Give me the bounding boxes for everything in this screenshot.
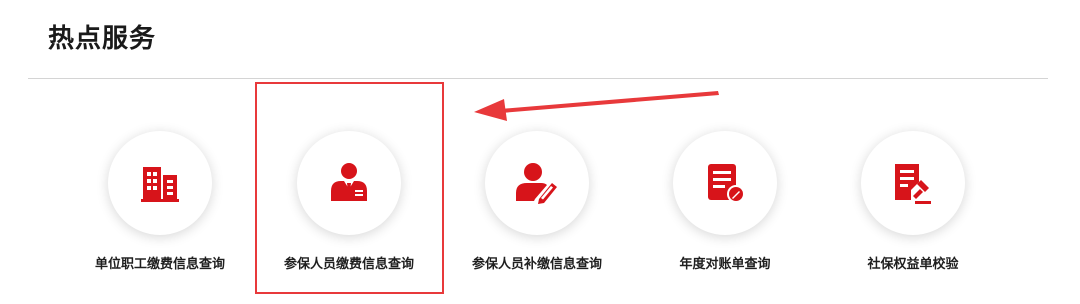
document-edit-icon (708, 164, 745, 203)
service-label: 社保权益单校验 (867, 257, 959, 272)
service-employer-contribution-query[interactable]: 单位职工缴费信息查询 (65, 126, 255, 286)
service-label: 年度对账单查询 (679, 257, 771, 272)
service-insured-back-payment-query[interactable]: 参保人员补缴信息查询 (442, 126, 632, 286)
service-social-security-rights-verification[interactable]: 社保权益单校验 (818, 126, 1008, 286)
service-insured-contribution-query[interactable]: 参保人员缴费信息查询 (254, 126, 444, 286)
person-edit-icon (516, 163, 557, 204)
service-annual-statement-query[interactable]: 年度对账单查询 (630, 126, 820, 286)
buildings-icon (141, 167, 179, 202)
document-stamp-icon (895, 164, 931, 204)
service-label: 参保人员补缴信息查询 (471, 257, 602, 272)
person-id-icon (331, 163, 367, 201)
hot-services-list: 单位职工缴费信息查询 参保人员缴费信息查询 参保人员补缴信息查询 年度对账单查询… (0, 0, 1080, 304)
service-icon-circle (861, 131, 965, 235)
service-label: 参保人员缴费信息查询 (283, 257, 414, 272)
service-icon-circle (108, 131, 212, 235)
service-label: 单位职工缴费信息查询 (94, 257, 225, 272)
service-icon-circle (297, 131, 401, 235)
service-icon-circle (485, 131, 589, 235)
service-icon-circle (673, 131, 777, 235)
